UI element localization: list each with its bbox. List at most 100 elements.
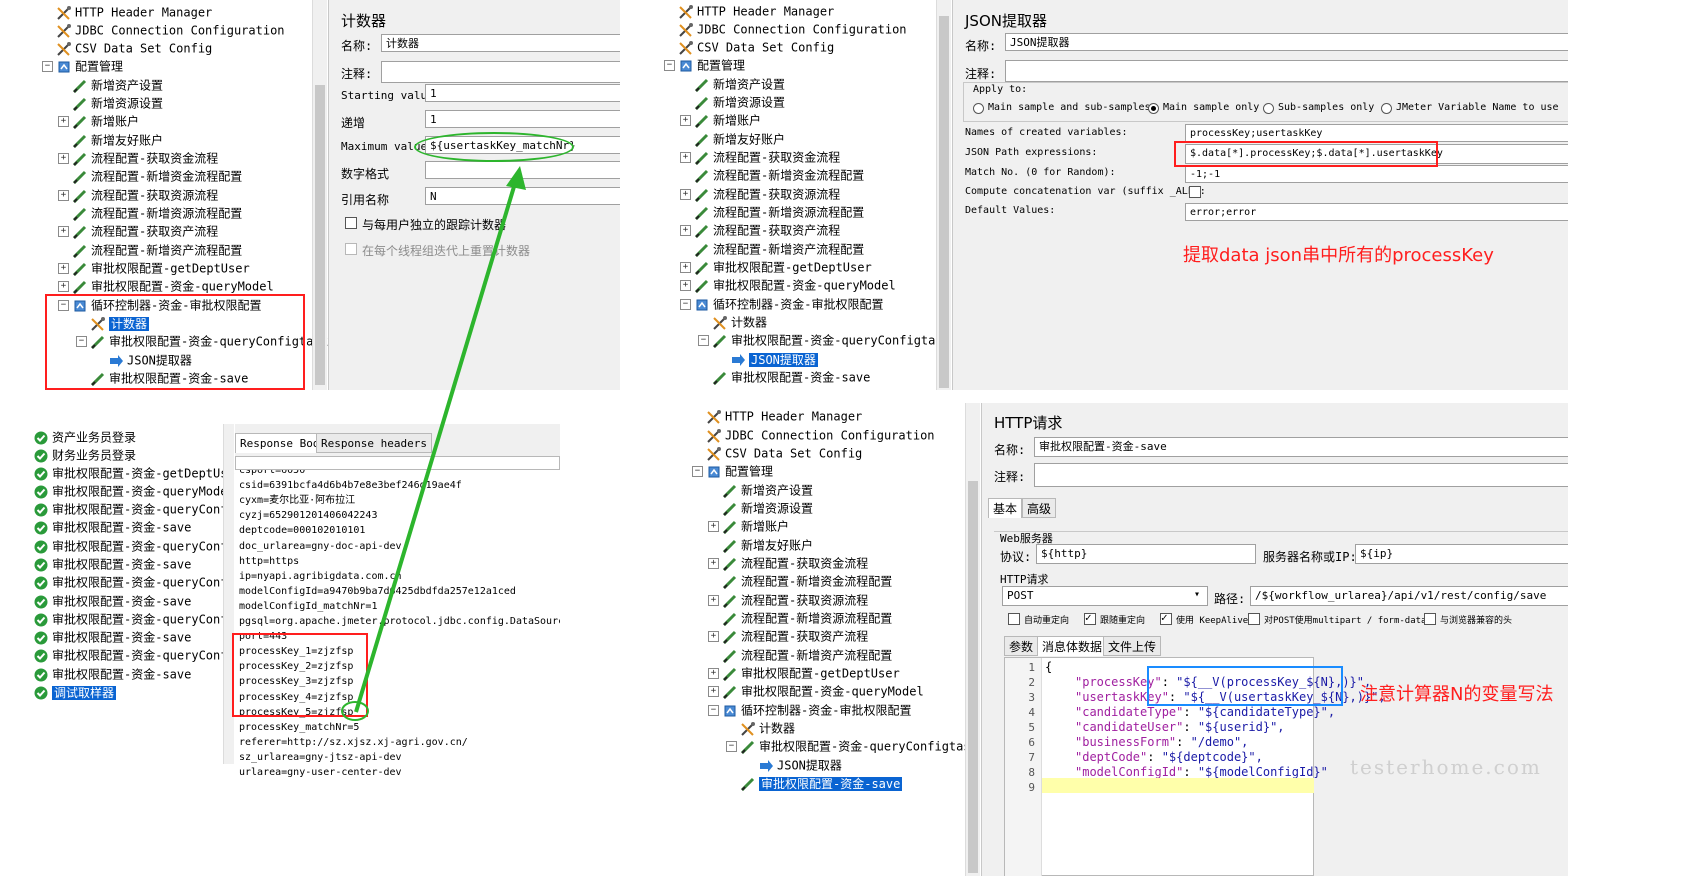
tree-item[interactable]: 循环控制器-资金-审批权限配置 (722, 701, 911, 719)
tree-scrollbar[interactable] (312, 0, 327, 390)
result-item[interactable]: 资产业务员登录 (33, 428, 136, 446)
tree-item[interactable]: 流程配置-新增资产流程配置 (722, 646, 892, 664)
tree-item[interactable]: 审批权限配置-getDeptUser (72, 259, 250, 277)
reset-counter-checkbox[interactable] (345, 243, 357, 255)
tree-item[interactable]: 审批权限配置-资金-queryModel (722, 682, 924, 700)
tree-item[interactable]: 审批权限配置-getDeptUser (722, 664, 900, 682)
http-option-checkbox[interactable] (1424, 613, 1436, 625)
tree-item[interactable]: 审批权限配置-资金-queryConfigtask (712, 331, 950, 349)
starting-value-field[interactable]: 1 (425, 84, 620, 102)
default-values-field[interactable]: error;error (1185, 203, 1568, 221)
name-field[interactable]: JSON提取器 (1005, 33, 1568, 51)
expand-toggle[interactable]: + (708, 686, 719, 697)
apply-to-radio[interactable] (973, 103, 984, 114)
tree-item[interactable]: 新增账户 (694, 111, 761, 129)
tree-item[interactable]: 审批权限配置-资金-queryConfigtask (740, 737, 978, 755)
expand-toggle[interactable]: + (708, 558, 719, 569)
tree-item[interactable]: HTTP Header Manager (706, 407, 862, 425)
tab-body-data[interactable]: 消息体数据 (1037, 636, 1108, 656)
tree-item[interactable]: 流程配置-获取资产流程 (72, 222, 218, 240)
result-item[interactable]: 财务业务员登录 (33, 446, 136, 464)
tree-item[interactable]: JDBC Connection Configuration (706, 426, 935, 444)
comment-field[interactable] (381, 61, 620, 83)
http-option-checkbox[interactable] (1248, 613, 1260, 625)
tree-item[interactable]: 流程配置-获取资源流程 (72, 186, 218, 204)
tree-item[interactable]: JDBC Connection Configuration (56, 21, 285, 39)
concatenation-checkbox[interactable] (1189, 186, 1201, 198)
tree-scrollbar-thumb[interactable] (315, 85, 325, 385)
tree-item[interactable]: 流程配置-新增资金流程配置 (722, 572, 892, 590)
expand-toggle[interactable]: + (58, 190, 69, 201)
comment-field[interactable] (1034, 463, 1568, 487)
tab-response-headers[interactable]: Response headers (316, 433, 432, 453)
server-field[interactable]: ${ip} (1355, 544, 1568, 564)
expand-toggle[interactable]: + (708, 521, 719, 532)
tree-item[interactable]: 流程配置-获取资源流程 (722, 591, 868, 609)
tree-item[interactable]: JSON提取器 (758, 756, 842, 774)
http-option-checkbox[interactable] (1084, 611, 1096, 625)
tree-item[interactable]: 审批权限配置-getDeptUser (694, 258, 872, 276)
tree-item[interactable]: 计数器 (740, 719, 795, 737)
tree-item[interactable]: 流程配置-获取资产流程 (722, 627, 868, 645)
tree-item[interactable]: 新增资产设置 (694, 75, 785, 93)
tree-item[interactable]: 配置管理 (706, 462, 773, 480)
tree-item[interactable]: 新增资产设置 (72, 76, 163, 94)
tree-item[interactable]: HTTP Header Manager (678, 2, 834, 20)
expand-toggle[interactable]: + (680, 262, 691, 273)
tree-item[interactable]: HTTP Header Manager (56, 3, 212, 21)
tree-item[interactable]: 新增友好账户 (72, 131, 163, 149)
tree-item[interactable]: 审批权限配置-资金-save (712, 368, 870, 386)
tree-item[interactable]: 流程配置-新增资产流程配置 (694, 240, 864, 258)
tab-parameters[interactable]: 参数 (1004, 636, 1039, 656)
tree-item[interactable]: 流程配置-获取资源流程 (694, 185, 840, 203)
expand-toggle[interactable]: + (708, 668, 719, 679)
match-number-field[interactable]: -1;-1 (1185, 165, 1568, 183)
result-item[interactable]: 审批权限配置-资金-queryModel (33, 482, 235, 500)
name-field[interactable]: 计数器 (381, 34, 620, 52)
chevron-down-icon[interactable]: ▾ (1194, 589, 1200, 600)
tree-item[interactable]: 新增账户 (722, 517, 789, 535)
path-field[interactable]: /${workflow_urlarea}/api/v1/rest/config/… (1250, 586, 1568, 606)
method-select[interactable]: POST (1002, 586, 1208, 606)
tree-item[interactable]: 新增资源设置 (694, 93, 785, 111)
tree-item[interactable]: 流程配置-新增资产流程配置 (72, 241, 242, 259)
expand-toggle[interactable]: + (708, 631, 719, 642)
tree-item[interactable]: JSON提取器 (730, 350, 818, 368)
tree-item[interactable]: 新增账户 (72, 112, 139, 130)
increment-field[interactable]: 1 (425, 110, 620, 128)
tree-scrollbar-thumb[interactable] (939, 16, 949, 388)
name-field[interactable]: 审批权限配置-资金-save (1034, 437, 1568, 457)
tree-item[interactable]: 计数器 (712, 313, 767, 331)
tree-item[interactable]: 配置管理 (678, 56, 745, 74)
collapse-toggle[interactable]: − (692, 466, 703, 477)
tree-item[interactable]: 新增资产设置 (722, 481, 813, 499)
expand-toggle[interactable]: + (58, 153, 69, 164)
expand-toggle[interactable]: + (58, 263, 69, 274)
tree-item[interactable]: 新增友好账户 (694, 130, 785, 148)
tree-item[interactable]: 新增资源设置 (722, 499, 813, 517)
tab-advanced[interactable]: 高级 (1022, 498, 1057, 518)
response-search-bar[interactable] (235, 456, 560, 470)
per-user-counter-checkbox[interactable] (345, 217, 357, 229)
expand-toggle[interactable]: + (680, 189, 691, 200)
comment-field[interactable] (1005, 60, 1568, 82)
expand-toggle[interactable]: + (680, 115, 691, 126)
tree-item[interactable]: 流程配置-新增资金流程配置 (694, 166, 864, 184)
tree-item[interactable]: 审批权限配置-资金-queryModel (694, 276, 896, 294)
result-item[interactable]: 审批权限配置-资金-save (33, 628, 191, 646)
tree-item[interactable]: 循环控制器-资金-审批权限配置 (694, 295, 883, 313)
expand-toggle[interactable]: + (58, 116, 69, 127)
expand-toggle[interactable]: + (58, 226, 69, 237)
tree-item[interactable]: 新增友好账户 (722, 536, 813, 554)
apply-to-radio[interactable] (1381, 103, 1392, 114)
tree-item[interactable]: 流程配置-新增资金流程配置 (72, 167, 242, 185)
tree-item[interactable]: 配置管理 (56, 57, 123, 75)
collapse-toggle[interactable]: − (708, 705, 719, 716)
expand-toggle[interactable]: + (680, 280, 691, 291)
tree-item[interactable]: 流程配置-新增资源流程配置 (694, 203, 864, 221)
expand-toggle[interactable]: + (680, 225, 691, 236)
tab-basic[interactable]: 基本 (988, 498, 1023, 518)
reference-name-field[interactable]: N (425, 187, 620, 205)
tree-item[interactable]: 流程配置-获取资金流程 (694, 148, 840, 166)
tree-item[interactable]: CSV Data Set Config (678, 38, 834, 56)
